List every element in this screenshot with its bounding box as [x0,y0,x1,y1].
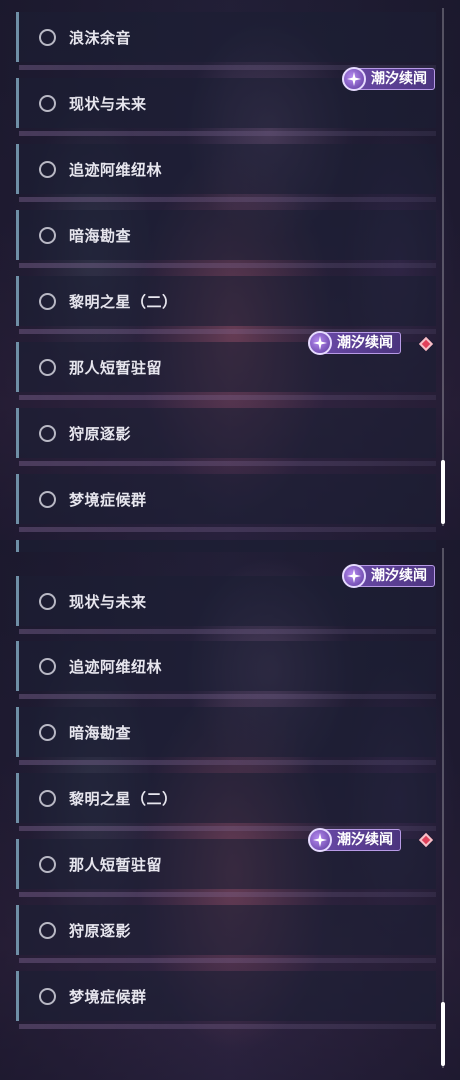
tide-sequel-badge: 潮汐续闻 [342,564,435,588]
quest-item[interactable]: 追迹阿维纽林 [16,641,436,699]
quest-item-label: 黎明之星（二） [69,789,178,808]
quest-item-label: 那人短暂驻留 [69,358,163,377]
quest-item[interactable]: 暗海勘查 [16,707,436,765]
radio-unchecked-icon [39,94,56,112]
sparkle-emblem-icon [308,828,332,852]
quest-item-label: 追迹阿维纽林 [69,160,163,179]
radio-unchecked-icon [39,723,56,741]
scrollbar-track[interactable] [442,548,444,1068]
radio-unchecked-icon [39,292,56,310]
quest-item-label: 黎明之星（二） [69,292,178,311]
sparkle-emblem-icon [308,331,332,355]
quest-item-label: 梦境症候群 [69,490,147,509]
quest-item-label: 那人短暂驻留 [69,855,163,874]
quest-item[interactable]: 梦境症候群 [16,474,436,532]
quest-item[interactable]: 黎明之星（二） [16,773,436,831]
quest-list-panel-bottom: 现状与未来 追迹阿维纽林 暗海勘查 黎明之星（二） 那人短暂驻留 狩原逐影 梦境… [0,540,460,1080]
quest-item-label: 现状与未来 [69,94,147,113]
quest-item-label: 现状与未来 [69,592,147,611]
radio-unchecked-icon [39,855,56,873]
quest-item-label: 狩原逐影 [69,424,132,443]
radio-unchecked-icon [39,226,56,244]
scrollbar-thumb[interactable] [441,460,445,524]
tide-sequel-badge: 潮汐续闻 [342,67,435,91]
radio-unchecked-icon [39,657,56,675]
quest-item[interactable]: 梦境症候群 [16,971,436,1029]
quest-item-label: 追迹阿维纽林 [69,657,163,676]
quest-item-label: 梦境症候群 [69,987,147,1006]
radio-unchecked-icon [39,921,56,939]
quest-item-label: 浪沫余音 [69,28,132,47]
tide-sequel-badge: 潮汐续闻 [308,331,401,355]
radio-unchecked-icon [39,987,56,1005]
radio-unchecked-icon [39,424,56,442]
quest-item[interactable]: 浪沫余音 [16,12,436,70]
quest-item-label: 暗海勘查 [69,226,132,245]
radio-unchecked-icon [39,358,56,376]
scrollbar-thumb[interactable] [441,1002,445,1066]
quest-item-label: 狩原逐影 [69,921,132,940]
sparkle-emblem-icon [342,564,366,588]
sparkle-emblem-icon [342,67,366,91]
quest-item[interactable]: 狩原逐影 [16,905,436,963]
radio-unchecked-icon [39,160,56,178]
quest-item[interactable]: 狩原逐影 [16,408,436,466]
radio-unchecked-icon [39,28,56,46]
radio-unchecked-icon [39,789,56,807]
quest-item[interactable]: 黎明之星（二） [16,276,436,334]
quest-item[interactable]: 追迹阿维纽林 [16,144,436,202]
quest-item-label: 暗海勘查 [69,723,132,742]
quest-item[interactable]: 暗海勘查 [16,210,436,268]
radio-unchecked-icon [39,490,56,508]
radio-unchecked-icon [39,592,56,610]
tide-sequel-badge: 潮汐续闻 [308,828,401,852]
scrollbar-track[interactable] [442,8,444,526]
quest-list: 现状与未来 追迹阿维纽林 暗海勘查 黎明之星（二） 那人短暂驻留 狩原逐影 梦境… [0,540,460,1080]
quest-list-panel-top: 浪沫余音 现状与未来 追迹阿维纽林 暗海勘查 黎明之星（二） 那人短暂驻留 狩原… [0,0,460,540]
